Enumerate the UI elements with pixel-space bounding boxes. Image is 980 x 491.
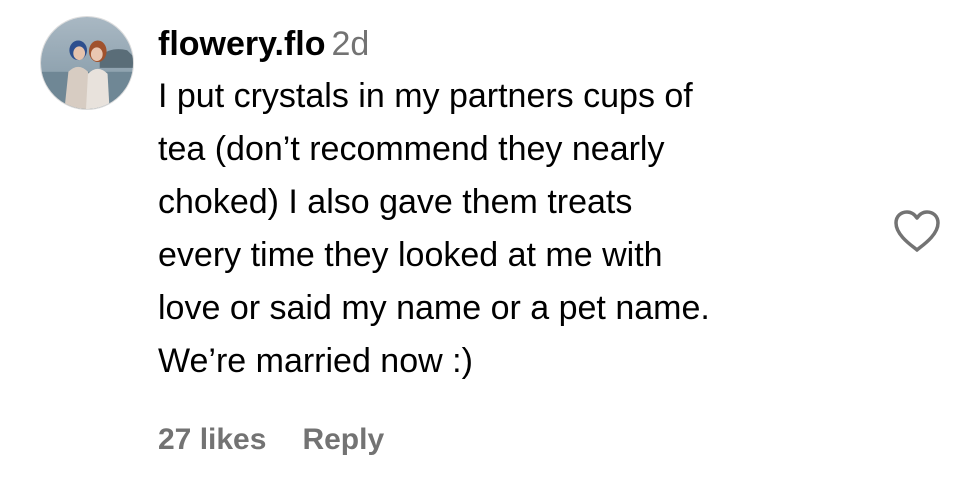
comment-header: flowery.flo 2d [158,18,858,70]
username[interactable]: flowery.flo [158,25,326,63]
comment: flowery.flo 2d I put crystals in my partn… [0,0,980,491]
likes-count-button[interactable]: 27 likes [158,418,266,462]
heart-outline-icon[interactable] [892,208,942,254]
comment-text: I put crystals in my partners cups of te… [158,70,858,388]
comment-text-line: tea (don’t recommend they nearly [158,130,665,168]
comment-body: flowery.flo 2d I put crystals in my partn… [158,18,858,388]
comment-text-line: We’re married now :) [158,342,473,380]
comment-text-line: love or said my name or a pet name. [158,289,710,327]
comment-text-line: choked) I also gave them treats [158,183,633,221]
avatar-image [41,17,133,109]
timestamp: 2d [331,25,370,63]
comment-actions: 27 likes Reply [158,418,384,462]
avatar[interactable] [40,16,134,110]
reply-button[interactable]: Reply [302,418,384,462]
comment-text-line: I put crystals in my partners cups of [158,77,693,115]
comment-text-line: every time they looked at me with [158,236,663,274]
